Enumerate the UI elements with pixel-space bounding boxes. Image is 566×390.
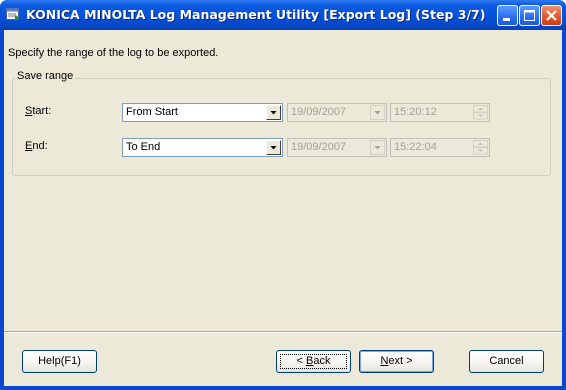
- start-time-picker[interactable]: 15:20:12: [390, 103, 490, 122]
- close-button[interactable]: [541, 5, 562, 26]
- chevron-down-icon: [270, 146, 277, 150]
- focus-rectangle: [280, 354, 347, 369]
- window-frame-bottom: [0, 386, 566, 390]
- start-date-dropdown-button[interactable]: [370, 105, 385, 120]
- start-label: Start:: [25, 105, 51, 117]
- start-time-spinner[interactable]: [473, 105, 488, 120]
- start-range-combo[interactable]: From Start: [122, 103, 283, 122]
- spinner-icon: [473, 105, 488, 120]
- save-range-title: Save range: [15, 70, 76, 82]
- next-label: ext >: [388, 355, 413, 367]
- end-time-spinner[interactable]: [473, 140, 488, 155]
- end-date-value: 19/09/2007: [291, 141, 347, 153]
- chevron-down-icon: [270, 111, 277, 115]
- save-range-group: [12, 78, 551, 176]
- end-date-picker[interactable]: 19/09/2007: [287, 138, 387, 157]
- maximize-button[interactable]: [519, 5, 540, 26]
- end-label: End:: [25, 140, 48, 152]
- start-time-value: 15:20:12: [394, 106, 437, 118]
- start-date-picker[interactable]: 19/09/2007: [287, 103, 387, 122]
- window-title: KONICA MINOLTA Log Management Utility [E…: [26, 7, 486, 22]
- dialog-window: KONICA MINOLTA Log Management Utility [E…: [0, 0, 566, 390]
- start-combo-dropdown-button[interactable]: [266, 105, 281, 120]
- end-range-combo[interactable]: To End: [122, 138, 283, 157]
- chevron-down-icon: [374, 111, 381, 115]
- start-date-value: 19/09/2007: [291, 106, 347, 118]
- title-bar[interactable]: KONICA MINOLTA Log Management Utility [E…: [0, 0, 566, 30]
- close-icon: [546, 10, 557, 21]
- window-frame-right: [562, 30, 566, 390]
- end-label-text: nd:: [32, 140, 48, 152]
- spinner-icon: [473, 140, 488, 155]
- end-combo-dropdown-button[interactable]: [266, 140, 281, 155]
- start-range-value: From Start: [126, 106, 178, 118]
- help-button[interactable]: Help(F1): [22, 350, 97, 373]
- instruction-text: Specify the range of the log to be expor…: [8, 47, 219, 59]
- next-button[interactable]: Next >: [359, 350, 434, 373]
- chevron-down-icon: [374, 146, 381, 150]
- minimize-icon: [503, 18, 510, 21]
- end-date-dropdown-button[interactable]: [370, 140, 385, 155]
- app-window-icon: [6, 8, 21, 21]
- back-button[interactable]: < Back: [276, 350, 351, 373]
- minimize-button[interactable]: [497, 5, 518, 26]
- dialog-client-area: Specify the range of the log to be expor…: [4, 30, 562, 386]
- cancel-button[interactable]: Cancel: [469, 350, 544, 373]
- maximize-icon: [524, 10, 535, 21]
- end-time-picker[interactable]: 15:22:04: [390, 138, 490, 157]
- end-range-value: To End: [126, 141, 161, 153]
- end-time-value: 15:22:04: [394, 141, 437, 153]
- start-label-text: tart:: [32, 105, 52, 117]
- button-separator: [4, 331, 562, 333]
